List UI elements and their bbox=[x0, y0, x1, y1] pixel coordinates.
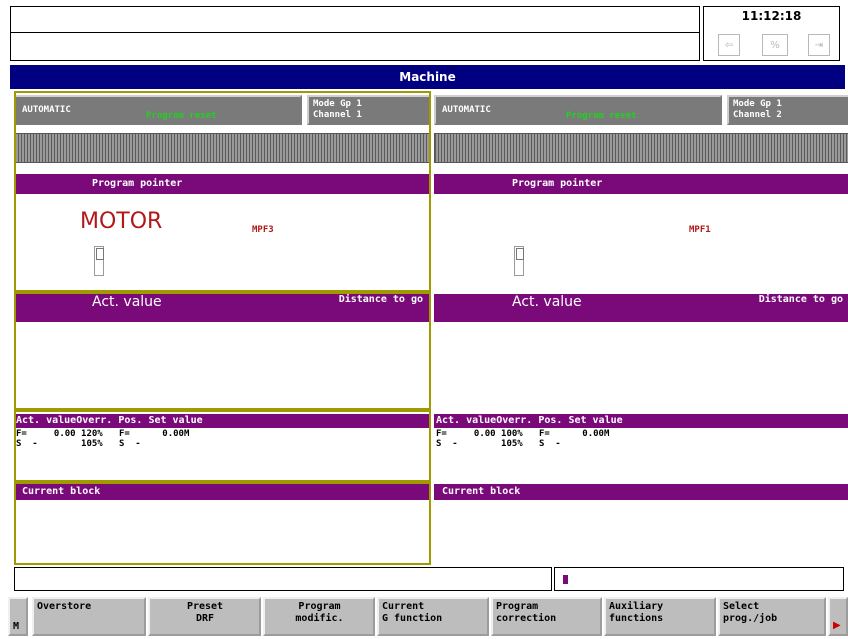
softkey-label: Program bbox=[298, 601, 341, 612]
command-input[interactable] bbox=[14, 567, 552, 591]
current-block-header: Current block bbox=[14, 484, 431, 500]
softkey-program-modific[interactable]: Program modific. bbox=[263, 597, 375, 636]
softkey-label: Program bbox=[496, 601, 539, 612]
program-state: Program reset bbox=[146, 111, 217, 121]
program-state: Program reset bbox=[566, 111, 637, 121]
program-name: MOTOR bbox=[80, 209, 163, 234]
softkey-label: prog./job bbox=[723, 613, 778, 624]
mode-display: AUTOMATIC Program reset bbox=[14, 95, 302, 125]
distance-to-go-label: Distance to go bbox=[338, 294, 423, 305]
softkey-preset-drf[interactable]: Preset DRF bbox=[148, 597, 261, 636]
current-block-header: Current block bbox=[434, 484, 848, 500]
message-bar bbox=[14, 133, 431, 163]
input-cursor bbox=[563, 575, 568, 584]
softkey-label: Select bbox=[723, 601, 760, 612]
act-value-header: Act. value Distance to go bbox=[14, 294, 431, 322]
distance-to-go-label: Distance to go bbox=[758, 294, 843, 305]
act-value-label: Act. value bbox=[512, 294, 582, 310]
channel-1-panel: AUTOMATIC Program reset Mode Gp 1 Channe… bbox=[14, 91, 431, 565]
override-row-spindle: S - 105% S - bbox=[436, 439, 561, 449]
softkey-label: correction bbox=[496, 613, 557, 624]
mode-bar: AUTOMATIC Program reset Mode Gp 1 Channe… bbox=[14, 95, 431, 125]
machine-area-key[interactable]: M bbox=[8, 597, 28, 636]
recall-icon[interactable]: ⇦ bbox=[718, 34, 740, 56]
softkey-label: Current bbox=[382, 601, 425, 612]
mode-name: AUTOMATIC bbox=[442, 105, 491, 115]
mode-name: AUTOMATIC bbox=[22, 105, 71, 115]
channel-2-panel: AUTOMATIC Program reset Mode Gp 1 Channe… bbox=[434, 91, 848, 565]
softkey-auxiliary-functions[interactable]: Auxiliary functions bbox=[604, 597, 716, 636]
softkey-select-prog-job[interactable]: Select prog./job bbox=[718, 597, 826, 636]
softkey-label: Overstore bbox=[37, 601, 92, 612]
info-message-line bbox=[10, 33, 700, 61]
softkey-label: functions bbox=[609, 613, 664, 624]
arrow-right-icon: ▶ bbox=[833, 620, 841, 631]
override-row-spindle: S - 105% S - bbox=[16, 439, 141, 449]
status-box: 11:12:18 ⇦ % ⇥ bbox=[703, 6, 840, 61]
channel-label: Channel 2 bbox=[733, 110, 782, 120]
extend-softkey[interactable]: ▶ bbox=[828, 597, 848, 636]
exit-icon[interactable]: ⇥ bbox=[808, 34, 830, 56]
act-value-header: Act. value Distance to go bbox=[434, 294, 848, 322]
program-ext: MPF1 bbox=[689, 225, 711, 235]
program-ext: MPF3 bbox=[252, 225, 274, 235]
program-pointer-header: Program pointer bbox=[14, 174, 431, 194]
percent-icon[interactable]: % bbox=[762, 34, 788, 56]
override-header: Act. valueOverr. Pos. Set value bbox=[14, 414, 431, 428]
program-cursor-icon bbox=[94, 246, 104, 276]
clock: 11:12:18 bbox=[741, 9, 802, 23]
channel-label: Channel 1 bbox=[313, 110, 362, 120]
softkey-label: modific. bbox=[295, 613, 344, 624]
window-title: Machine bbox=[10, 65, 845, 89]
softkey-label: Preset bbox=[186, 601, 224, 612]
override-row-feed: F= 0.00 100% F= 0.00M bbox=[436, 429, 610, 439]
program-pointer-header: Program pointer bbox=[434, 174, 848, 194]
softkey-program-correction[interactable]: Program correction bbox=[491, 597, 602, 636]
override-header: Act. valueOverr. Pos. Set value bbox=[434, 414, 848, 428]
softkey-label: G function bbox=[382, 613, 443, 624]
alarm-message-line bbox=[10, 6, 700, 33]
mode-group: Mode Gp 1 bbox=[733, 99, 782, 109]
mode-bar: AUTOMATIC Program reset Mode Gp 1 Channe… bbox=[434, 95, 848, 125]
input-status bbox=[554, 567, 844, 591]
act-value-label: Act. value bbox=[92, 294, 162, 310]
softkey-bar: M Overstore Preset DRF Program modific. Cu… bbox=[8, 597, 848, 639]
mode-group-channel: Mode Gp 1 Channel 1 bbox=[307, 95, 431, 125]
softkey-overstore[interactable]: Overstore bbox=[32, 597, 146, 636]
message-bar bbox=[434, 133, 848, 163]
mode-group-channel: Mode Gp 1 Channel 2 bbox=[727, 95, 848, 125]
softkey-label: DRF bbox=[195, 613, 215, 624]
softkey-current-g-function[interactable]: Current G function bbox=[377, 597, 489, 636]
machine-area-key-label: M bbox=[13, 621, 20, 632]
softkey-label: Auxiliary bbox=[609, 601, 664, 612]
program-cursor-icon bbox=[514, 246, 524, 276]
mode-group: Mode Gp 1 bbox=[313, 99, 362, 109]
mode-display: AUTOMATIC Program reset bbox=[434, 95, 722, 125]
override-row-feed: F= 0.00 120% F= 0.00M bbox=[16, 429, 190, 439]
